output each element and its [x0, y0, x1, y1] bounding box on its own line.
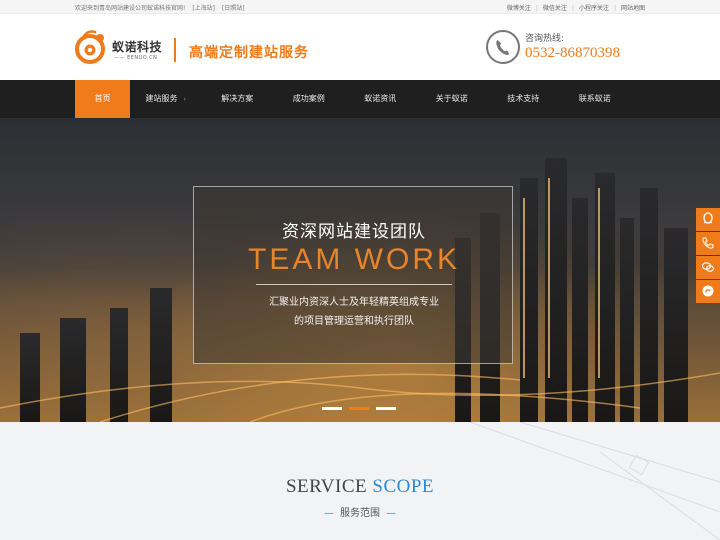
banner-divider — [256, 284, 452, 285]
logo-name[interactable]: 蚁诺科技 — [112, 38, 162, 55]
title-dash-left: — — [324, 508, 334, 519]
phone-icon — [702, 237, 714, 249]
qq-icon — [703, 212, 713, 224]
phone-button[interactable] — [696, 232, 720, 255]
nav-item-label: 成功案例 — [292, 94, 325, 103]
header-slogan: 高端定制建站服务 — [189, 45, 309, 61]
banner-subtitle-en: TEAM WORK — [248, 243, 460, 276]
slider-dot-active[interactable] — [349, 407, 369, 410]
nav-item-label: 解决方案 — [221, 94, 254, 103]
service-scope-section: SERVICE SCOPE — 服务范围 — — [0, 422, 720, 540]
logo-divider — [174, 38, 176, 62]
sitemap-link[interactable]: 网站地图 — [621, 5, 645, 12]
miniprogram-button[interactable] — [696, 280, 720, 303]
miniprogram-icon — [702, 285, 714, 297]
nav-item-label: 首页 — [94, 94, 111, 103]
title-dash-right: — — [386, 508, 396, 519]
nav-item-label: 建站服务 — [145, 94, 178, 103]
service-title-en: SERVICE SCOPE — [0, 476, 720, 498]
nav-item-solutions[interactable]: 解决方案 — [202, 80, 274, 118]
top-bar-left: 欢迎来到青岛网站建设公司蚁诺科技官网! [上海站] [日照站] — [75, 3, 250, 12]
floating-contact-bar — [696, 208, 720, 304]
slider-dot[interactable] — [322, 407, 342, 410]
banner-caption: 资深网站建设团队 TEAM WORK 汇聚业内资深人士及年轻精英组成专业 的项目… — [193, 186, 513, 364]
banner-title: 资深网站建设团队 — [282, 222, 426, 242]
separator: | — [571, 5, 574, 12]
wechat-button[interactable] — [696, 256, 720, 279]
wechat-follow-link[interactable]: 微信关注 — [543, 5, 567, 12]
miniprogram-follow-link[interactable]: 小程序关注 — [579, 5, 609, 12]
nav-item-news[interactable]: 蚁诺资讯 — [345, 80, 417, 118]
slider-dot[interactable] — [376, 407, 396, 410]
hero-banner[interactable]: 资深网站建设团队 TEAM WORK 汇聚业内资深人士及年轻精英组成专业 的项目… — [0, 118, 720, 422]
main-nav: 首页 建站服务 › 解决方案 成功案例 蚁诺资讯 关于蚁诺 技术支持 联系蚁诺 — [0, 80, 720, 118]
slider-pagination — [322, 407, 403, 410]
separator: | — [613, 5, 616, 12]
nav-item-about[interactable]: 关于蚁诺 — [416, 80, 488, 118]
welcome-text: 欢迎来到青岛网站建设公司蚁诺科技官网! — [75, 5, 186, 12]
qq-button[interactable] — [696, 208, 720, 231]
logo-domain: —— EENUO.CN — [114, 55, 158, 61]
banner-desc-line2: 的项目管理运营和执行团队 — [294, 316, 414, 327]
site-header: 蚁诺科技 —— EENUO.CN 高端定制建站服务 咨询热线: 0532-868… — [0, 14, 720, 80]
nav-item-label: 关于蚁诺 — [435, 94, 468, 103]
service-title-word1: SERVICE — [285, 476, 368, 497]
phone-icon — [486, 30, 520, 64]
nav-item-label: 联系蚁诺 — [578, 94, 611, 103]
nav-item-support[interactable]: 技术支持 — [488, 80, 560, 118]
service-title-cn-row: — 服务范围 — — [0, 504, 720, 519]
top-bar-links: 微博关注 | 微信关注 | 小程序关注 | 网站地图 — [507, 3, 645, 12]
hotline-label: 咨询热线: — [525, 34, 565, 44]
nav-item-cases[interactable]: 成功案例 — [273, 80, 345, 118]
top-bar: 欢迎来到青岛网站建设公司蚁诺科技官网! [上海站] [日照站] 微博关注 | 微信关… — [0, 0, 720, 14]
chevron-right-icon: › — [183, 96, 186, 103]
nav-item-contact[interactable]: 联系蚁诺 — [559, 80, 631, 118]
separator: | — [535, 5, 538, 12]
nav-item-services[interactable]: 建站服务 › — [130, 80, 202, 118]
wechat-icon — [701, 262, 715, 272]
branch-rizhao-link[interactable]: [日照站] — [222, 5, 245, 12]
weibo-follow-link[interactable]: 微博关注 — [507, 5, 531, 12]
banner-desc-line1: 汇聚业内资深人士及年轻精英组成专业 — [269, 297, 439, 308]
service-title-cn: 服务范围 — [340, 508, 380, 519]
branch-shanghai-link[interactable]: [上海站] — [192, 5, 215, 12]
logo-ant-icon[interactable] — [75, 27, 109, 65]
hotline-number[interactable]: 0532-86870398 — [525, 45, 620, 62]
nav-item-home[interactable]: 首页 — [75, 80, 130, 118]
nav-item-label: 技术支持 — [507, 94, 540, 103]
service-title-word2: SCOPE — [372, 476, 435, 497]
nav-item-label: 蚁诺资讯 — [364, 94, 397, 103]
